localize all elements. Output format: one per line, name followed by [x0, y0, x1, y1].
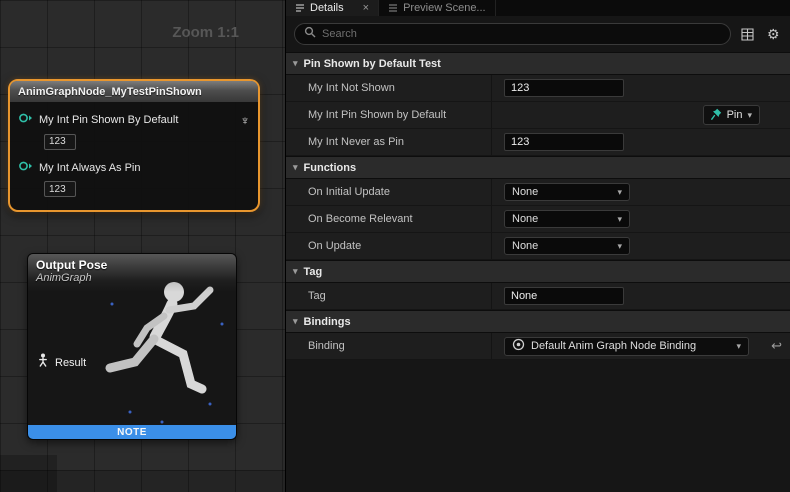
- anim-graph-canvas[interactable]: Zoom 1:1 AnimGraphNode_MyTestPinShown My…: [0, 0, 285, 492]
- chevron-down-icon: ▾: [747, 110, 752, 121]
- property-row: Tag: [286, 283, 790, 310]
- property-row: My Int Pin Shown by Default Pin ▾: [286, 102, 790, 129]
- dropdown-value: None: [512, 240, 538, 252]
- tab-label: Preview Scene...: [403, 2, 486, 14]
- grid-icon[interactable]: [739, 25, 756, 43]
- my-int-not-shown-input[interactable]: [504, 79, 624, 97]
- property-label: On Become Relevant: [286, 206, 491, 232]
- property-row: On Become Relevant None ▾: [286, 206, 790, 233]
- chevron-down-icon: ▾: [617, 241, 622, 252]
- on-initial-update-dropdown[interactable]: None ▾: [504, 183, 630, 201]
- pose-watch-icon[interactable]: ♆: [240, 114, 250, 127]
- property-label: My Int Pin Shown by Default: [286, 102, 491, 128]
- category-title: Tag: [304, 266, 323, 278]
- category-bindings[interactable]: ▾ Bindings: [286, 310, 790, 333]
- anim-graph-node[interactable]: AnimGraphNode_MyTestPinShown My Int Pin …: [8, 79, 260, 212]
- pin-label: My Int Always As Pin: [39, 162, 140, 174]
- chevron-down-icon: ▾: [617, 214, 622, 225]
- property-row: My Int Never as Pin: [286, 129, 790, 156]
- binding-object-icon: [512, 338, 525, 354]
- dropdown-value: None: [512, 213, 538, 225]
- chevron-down-icon: ▾: [736, 341, 741, 352]
- node-title: Output Pose: [36, 258, 228, 272]
- pin-value-input[interactable]: [44, 181, 76, 197]
- node-subtitle: AnimGraph: [36, 272, 228, 284]
- my-int-never-as-pin-input[interactable]: [504, 133, 624, 151]
- result-pin-label[interactable]: Result: [55, 357, 86, 369]
- tag-input[interactable]: [504, 287, 624, 305]
- on-update-dropdown[interactable]: None ▾: [504, 237, 630, 255]
- node-title[interactable]: AnimGraphNode_MyTestPinShown: [10, 81, 258, 102]
- chevron-down-icon: ▾: [293, 162, 298, 173]
- unreal-editor-window: Zoom 1:1 AnimGraphNode_MyTestPinShown My…: [0, 0, 790, 492]
- on-become-relevant-dropdown[interactable]: None ▾: [504, 210, 630, 228]
- tab-label: Details: [310, 2, 344, 14]
- chevron-down-icon: ▾: [293, 58, 298, 69]
- int-pin-icon[interactable]: [18, 159, 33, 177]
- property-row: My Int Not Shown: [286, 75, 790, 102]
- property-row: Binding Default Anim Graph Node Binding …: [286, 333, 790, 360]
- pin-label: My Int Pin Shown By Default: [39, 114, 178, 126]
- details-tab-icon: [295, 3, 305, 13]
- grid-shade: [0, 470, 285, 492]
- search-box[interactable]: [294, 23, 731, 45]
- category-title: Bindings: [304, 316, 351, 328]
- pin-value-input[interactable]: [44, 134, 76, 150]
- binding-dropdown[interactable]: Default Anim Graph Node Binding ▾: [504, 337, 749, 356]
- property-label: On Update: [286, 233, 491, 259]
- node-header[interactable]: Output Pose AnimGraph: [28, 254, 236, 292]
- note-banner[interactable]: NOTE: [28, 425, 236, 439]
- binding-value: Default Anim Graph Node Binding: [531, 340, 730, 352]
- search-bar: ⚙: [286, 16, 790, 52]
- property-label: Tag: [286, 283, 491, 309]
- close-icon[interactable]: ×: [363, 2, 369, 14]
- dropdown-value: None: [512, 186, 538, 198]
- category-pin-shown-by-default-test[interactable]: ▾ Pin Shown by Default Test: [286, 52, 790, 75]
- tab-bar: Details × Preview Scene...: [286, 0, 790, 16]
- property-label: My Int Never as Pin: [286, 129, 491, 155]
- int-pin-icon[interactable]: [18, 111, 33, 129]
- chevron-down-icon: ▾: [293, 266, 298, 277]
- property-label: On Initial Update: [286, 179, 491, 205]
- pin-icon: [711, 108, 722, 123]
- pin-button-label: Pin: [727, 109, 743, 121]
- property-row: On Initial Update None ▾: [286, 179, 790, 206]
- person-icon[interactable]: [37, 353, 49, 372]
- preview-scene-tab-icon: [388, 3, 398, 13]
- category-title: Pin Shown by Default Test: [304, 58, 441, 70]
- chevron-down-icon: ▾: [617, 187, 622, 198]
- search-input[interactable]: [322, 28, 721, 40]
- gear-icon[interactable]: ⚙: [765, 25, 782, 43]
- category-title: Functions: [304, 162, 357, 174]
- pin-visibility-button[interactable]: Pin ▾: [703, 105, 760, 125]
- output-pose-node[interactable]: Output Pose AnimGraph Result NOTE: [27, 253, 237, 440]
- property-row: On Update None ▾: [286, 233, 790, 260]
- category-functions[interactable]: ▾ Functions: [286, 156, 790, 179]
- property-label: My Int Not Shown: [286, 75, 491, 101]
- reset-to-default-icon[interactable]: ↩: [771, 338, 782, 354]
- property-label: Binding: [286, 333, 491, 359]
- search-icon: [304, 25, 316, 43]
- category-tag[interactable]: ▾ Tag: [286, 260, 790, 283]
- tab-preview-scene[interactable]: Preview Scene...: [379, 0, 496, 16]
- chevron-down-icon: ▾: [293, 316, 298, 327]
- details-panel: Details × Preview Scene... ⚙: [285, 0, 790, 492]
- tab-details[interactable]: Details ×: [286, 0, 379, 16]
- zoom-level-label: Zoom 1:1: [172, 24, 239, 41]
